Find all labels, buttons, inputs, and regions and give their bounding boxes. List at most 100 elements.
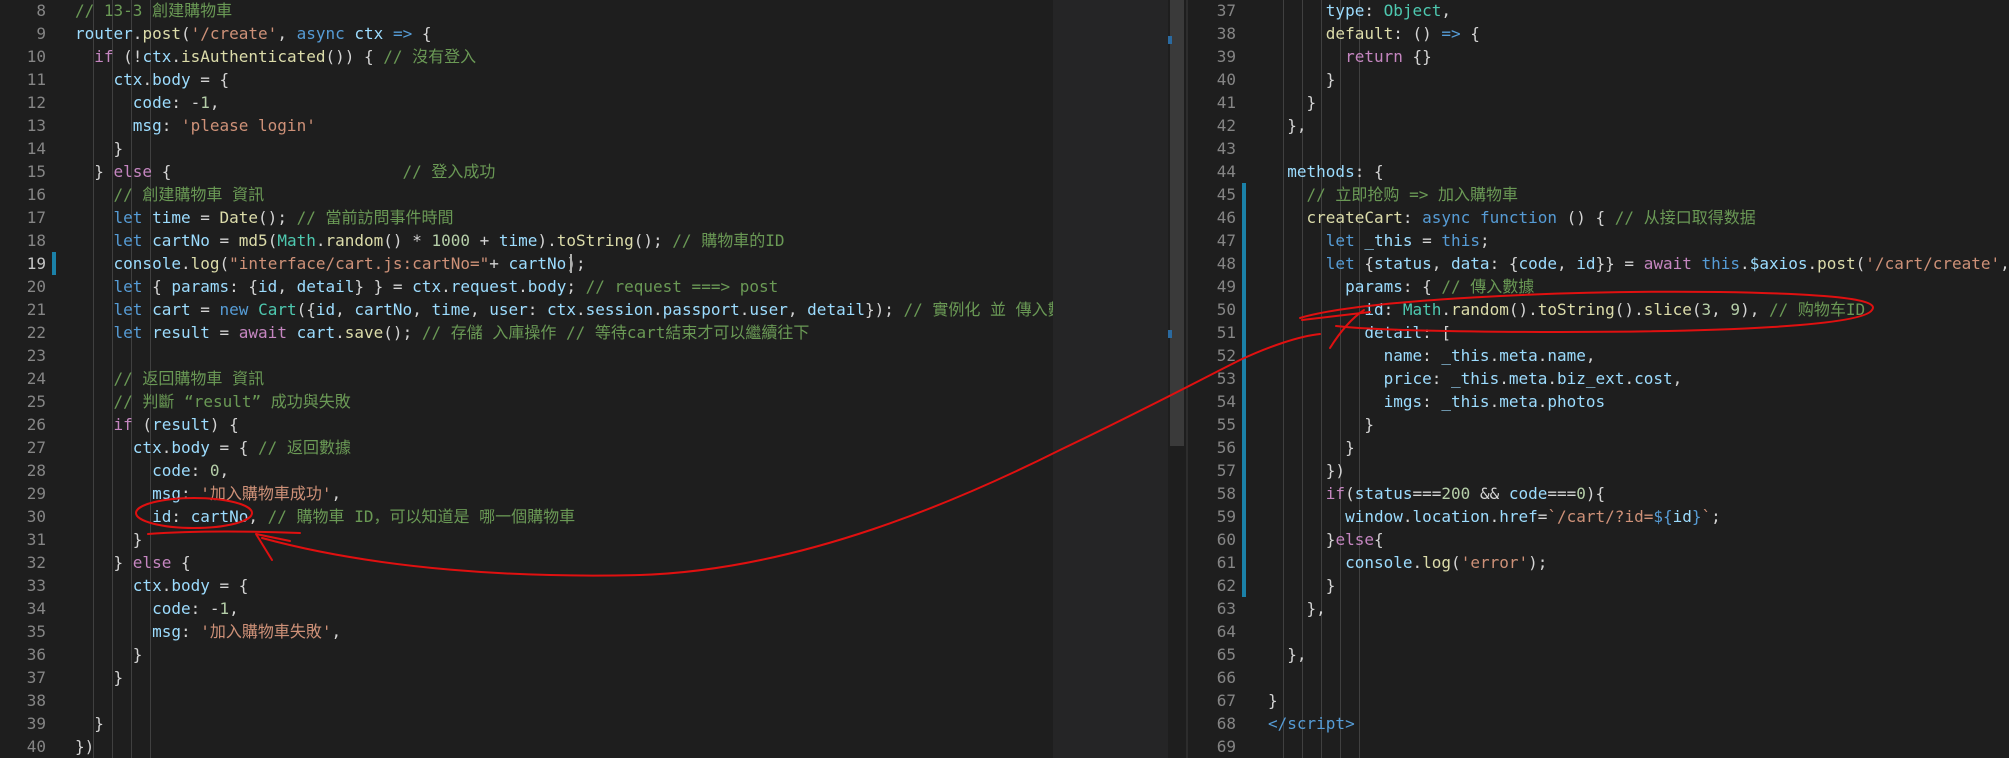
code-line[interactable]: 9 router.post('/create', async ctx => {	[0, 22, 1053, 45]
code-token: methods	[1287, 162, 1355, 181]
code-line[interactable]: 48 let {status, data: {code, id}} = awai…	[1188, 252, 2009, 275]
code-line[interactable]: 13 msg: 'please login'	[0, 114, 1053, 137]
code-token: ctx	[412, 277, 442, 296]
code-line[interactable]: 65 },	[1188, 643, 2009, 666]
code-line[interactable]: 41 }	[1188, 91, 2009, 114]
right-editor[interactable]: 37 type: Object, 38 default: () => {39 re…	[1188, 0, 2009, 758]
code-line[interactable]: 36 }	[0, 643, 1053, 666]
code-line[interactable]: 17 let time = Date(); // 當前訪問事件時間	[0, 206, 1053, 229]
code-line[interactable]: 52 name: _this.meta.name,	[1188, 344, 2009, 367]
code-token: ;	[566, 277, 586, 296]
code-line[interactable]: 26 if (result) {	[0, 413, 1053, 436]
code-line[interactable]: 23	[0, 344, 1053, 367]
code-line[interactable]: 40 }	[1188, 68, 2009, 91]
code-line[interactable]: 54 imgs: _this.meta.photos	[1188, 390, 2009, 413]
code-line[interactable]: 20 let { params: {id, detail} } = ctx.re…	[0, 275, 1053, 298]
code-line[interactable]: 19 console.log("interface/cart.js:cartNo…	[0, 252, 1053, 275]
code-token: , {	[2000, 254, 2009, 273]
code-token: `/cart/?id=	[1547, 507, 1654, 526]
code-token: let	[113, 231, 143, 250]
code-token: "interface/cart.js:cartNo="	[229, 254, 490, 273]
code-line[interactable]: 57 })	[1188, 459, 2009, 482]
code-line[interactable]: 30 id: cartNo, // 購物車 ID，可以知道是 哪一個購物車	[0, 505, 1053, 528]
code-line[interactable]: 50 id: Math.random().toString().slice(3,…	[1188, 298, 2009, 321]
code-token: body	[171, 438, 210, 457]
code-line[interactable]: 62 }	[1188, 574, 2009, 597]
code-line[interactable]: 25 // 判斷 “result” 成功與失敗	[0, 390, 1053, 413]
code-line[interactable]: 61 console.log('error');	[1188, 551, 2009, 574]
code-line[interactable]: 44 methods: {	[1188, 160, 2009, 183]
code-line[interactable]: 46 createCart: async function () { // 从接…	[1188, 206, 2009, 229]
line-number: 63	[1216, 599, 1236, 618]
code-line[interactable]: 56 }	[1188, 436, 2009, 459]
code-line[interactable]: 59 window.location.href=`/cart/?id=${id}…	[1188, 505, 2009, 528]
code-token: :	[180, 484, 201, 503]
code-line[interactable]: 28 code: 0,	[0, 459, 1053, 482]
code-line[interactable]: 39 return {}	[1188, 45, 2009, 68]
code-line[interactable]: 42 },	[1188, 114, 2009, 137]
code-text: let {status, data: {code, id}} = await t…	[1268, 252, 2009, 275]
code-line[interactable]: 37 type: Object,	[1188, 0, 2009, 22]
code-line[interactable]: 15 } else { // 登入成功	[0, 160, 1053, 183]
code-line[interactable]: 63 },	[1188, 597, 2009, 620]
code-token: // 返回數據	[258, 438, 351, 457]
code-line[interactable]: 47 let _this = this;	[1188, 229, 2009, 252]
code-line[interactable]: 21 let cart = new Cart({id, cartNo, time…	[0, 298, 1053, 321]
code-line[interactable]: 45 // 立即抢购 => 加入購物車	[1188, 183, 2009, 206]
code-line[interactable]: 33 ctx.body = {	[0, 574, 1053, 597]
code-line[interactable]: 34 code: -1,	[0, 597, 1053, 620]
code-line[interactable]: 27 ctx.body = { // 返回數據	[0, 436, 1053, 459]
code-line[interactable]: 39 }	[0, 712, 1053, 735]
code-line[interactable]: 58 if(status===200 && code===0){	[1188, 482, 2009, 505]
code-line[interactable]: 38	[0, 689, 1053, 712]
code-line[interactable]: 18 let cartNo = md5(Math.random() * 1000…	[0, 229, 1053, 252]
code-token: ).	[537, 231, 557, 250]
code-line[interactable]: 67}	[1188, 689, 2009, 712]
code-line[interactable]: 8 // 13-3 創建購物車	[0, 0, 1053, 22]
left-editor[interactable]: 8// 13-3 創建購物車 9 router.post('/create', as…	[0, 0, 1053, 758]
code-text: }	[1268, 436, 1355, 459]
code-line[interactable]: 16 // 創建購物車 資訊	[0, 183, 1053, 206]
code-token: script	[1287, 714, 1346, 733]
code-line[interactable]: 64	[1188, 620, 2009, 643]
code-line[interactable]: 35 msg: '加入購物車失敗',	[0, 620, 1053, 643]
left-editor-scrollbar[interactable]	[1168, 0, 1186, 758]
code-line[interactable]: 31 }	[0, 528, 1053, 551]
code-token: .	[161, 576, 172, 595]
code-text: if (result) {	[75, 413, 239, 436]
code-line[interactable]: 10 if (!ctx.isAuthenticated()) { // 沒有登入	[0, 45, 1053, 68]
code-line[interactable]: 49 params: { // 傳入數據	[1188, 275, 2009, 298]
code-line[interactable]: 60 }else{	[1188, 528, 2009, 551]
code-line[interactable]: 53 price: _this.meta.biz_ext.cost,	[1188, 367, 2009, 390]
code-line[interactable]: 14 }	[0, 137, 1053, 160]
line-number: 40	[26, 737, 46, 756]
code-line[interactable]: 12 code: -1,	[0, 91, 1053, 114]
code-token: =>	[392, 24, 413, 43]
code-line[interactable]: 22 let result = await cart.save(); // 存儲…	[0, 321, 1053, 344]
code-token: 9	[1730, 300, 1741, 319]
code-line[interactable]: 11 ctx.body = {	[0, 68, 1053, 91]
code-line[interactable]: 29 msg: '加入購物車成功',	[0, 482, 1053, 505]
code-line[interactable]: 69	[1188, 735, 2009, 758]
code-token: let	[113, 277, 143, 296]
code-line[interactable]: 38 default: () => {	[1188, 22, 2009, 45]
code-line[interactable]: 40})	[0, 735, 1053, 758]
code-line[interactable]: 43	[1188, 137, 2009, 160]
code-token: name	[1547, 346, 1586, 365]
line-number: 49	[1216, 277, 1236, 296]
code-line[interactable]: 66	[1188, 666, 2009, 689]
code-line[interactable]: 51 detail: [	[1188, 321, 2009, 344]
code-line[interactable]: 37 }	[0, 666, 1053, 689]
code-line[interactable]: 32 } else {	[0, 551, 1053, 574]
scrollbar-thumb[interactable]	[1170, 0, 1184, 446]
code-line[interactable]: 24 // 返回購物車 資訊	[0, 367, 1053, 390]
code-token: Cart	[258, 300, 297, 319]
code-line[interactable]: 55 }	[1188, 413, 2009, 436]
line-number: 18	[26, 231, 46, 250]
code-line[interactable]: 68 </script>	[1188, 712, 2009, 735]
code-token: .	[132, 24, 143, 43]
